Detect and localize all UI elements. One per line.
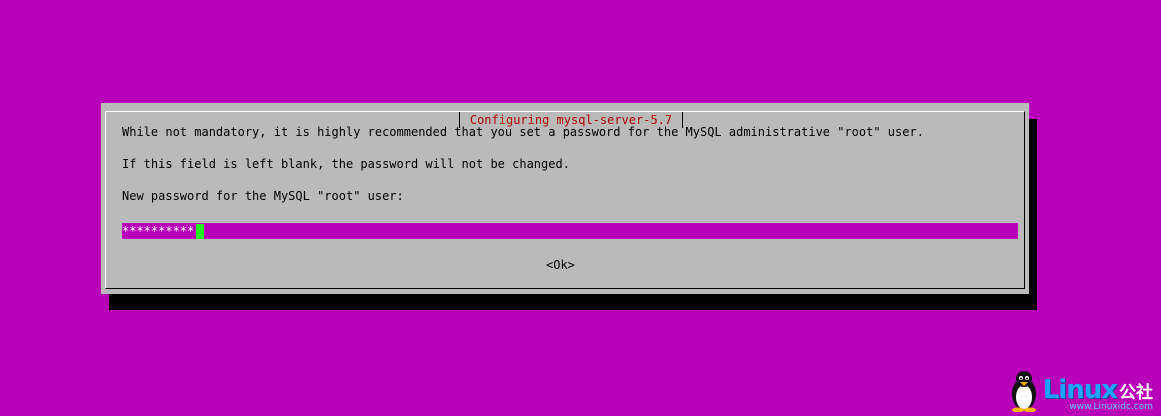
logo-url: www.Linuxidc.com — [1069, 402, 1153, 412]
password-value: ********** — [122, 224, 195, 238]
info-text-recommendation: While not mandatory, it is highly recomm… — [122, 125, 924, 139]
password-input[interactable]: ********** — [122, 223, 1018, 239]
watermark-logo: Linux 公社 www.Linuxidc.com — [1009, 370, 1153, 412]
password-prompt-label: New password for the MySQL "root" user: — [122, 189, 404, 203]
logo-main-row: Linux 公社 — [1043, 376, 1153, 404]
logo-text-group: Linux 公社 www.Linuxidc.com — [1043, 376, 1153, 412]
config-dialog: Configuring mysql-server-5.7 While not m… — [101, 103, 1029, 294]
logo-word: Linux — [1042, 375, 1118, 405]
ok-button[interactable]: <Ok> — [546, 257, 575, 273]
text-cursor — [196, 223, 205, 239]
dialog-frame: Configuring mysql-server-5.7 While not m… — [105, 111, 1025, 289]
logo-suffix: 公社 — [1119, 383, 1153, 403]
info-text-blank-note: If this field is left blank, the passwor… — [122, 157, 570, 171]
penguin-icon — [1011, 371, 1036, 412]
